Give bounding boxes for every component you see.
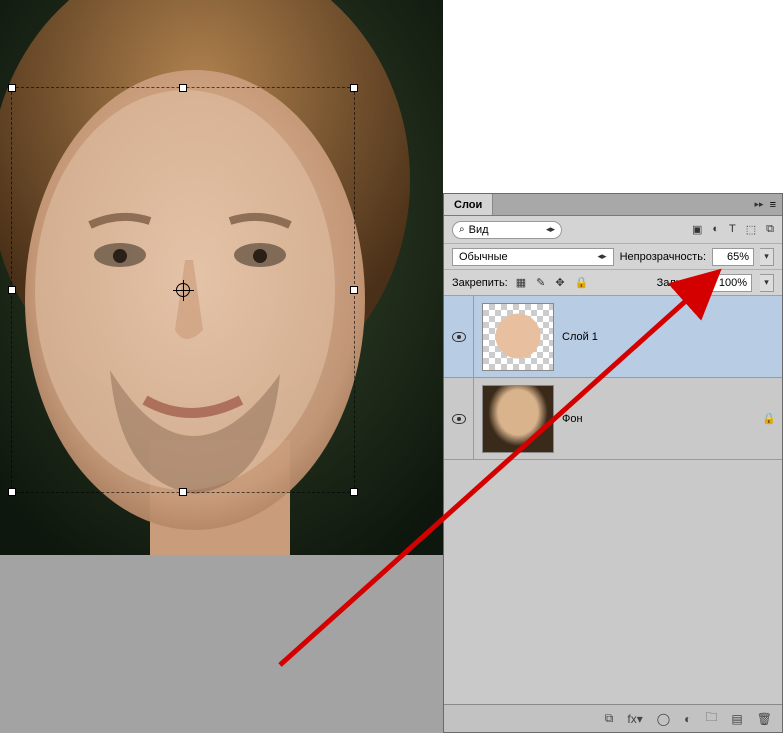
face-icon xyxy=(483,386,553,452)
layers-list: Слой 1 Фон 🔒 xyxy=(444,296,782,704)
transform-handle-bl[interactable] xyxy=(8,488,16,496)
filter-kind-label: Вид xyxy=(469,224,489,236)
layers-footer: ⧉ fx▾ ◯ ◐ 🗀 ▤ 🗑 xyxy=(444,704,782,732)
blend-opacity-row: Обычные ◂▸ Непрозрачность: 65% ▾ xyxy=(444,244,782,270)
layer-filter-row: ⌕ Вид ◂▸ ▣ ◐ T ⬚ ⧉ xyxy=(444,216,782,244)
lock-all-icon[interactable]: 🔒 xyxy=(575,276,589,289)
chevron-down-icon: ◂▸ xyxy=(598,251,607,262)
layer-thumbnail[interactable] xyxy=(482,385,554,453)
fill-label: Заливка: xyxy=(657,277,702,289)
transform-handle-bm[interactable] xyxy=(179,488,187,496)
tab-layers[interactable]: Слои xyxy=(444,194,493,215)
filter-type-icon[interactable]: T xyxy=(729,223,736,236)
layer-visibility-toggle[interactable] xyxy=(444,296,474,377)
filter-shape-icon[interactable]: ⬚ xyxy=(746,223,756,236)
blend-mode-value: Обычные xyxy=(459,251,508,263)
chevron-down-icon: ◂▸ xyxy=(546,224,555,235)
transform-handle-tm[interactable] xyxy=(179,84,187,92)
lock-move-icon[interactable]: ✥ xyxy=(555,276,564,289)
blend-mode-select[interactable]: Обычные ◂▸ xyxy=(452,248,614,266)
add-mask-icon[interactable]: ◯ xyxy=(657,712,670,726)
new-group-icon[interactable]: 🗀 xyxy=(705,708,717,729)
layer-name[interactable]: Фон xyxy=(562,413,756,425)
opacity-input[interactable]: 65% xyxy=(712,248,754,266)
transform-center-icon[interactable] xyxy=(176,283,190,297)
new-layer-icon[interactable]: ▤ xyxy=(731,712,742,726)
app-root: Слои ▸▸ ≡ ⌕ Вид ◂▸ ▣ ◐ T ⬚ ⧉ Обычные xyxy=(0,0,783,733)
eye-icon xyxy=(452,332,466,342)
layer-thumbnail[interactable] xyxy=(482,303,554,371)
eye-icon xyxy=(452,414,466,424)
layer-fx-icon[interactable]: fx▾ xyxy=(627,712,642,726)
collapse-icon[interactable]: ▸▸ xyxy=(755,199,764,210)
lock-brush-icon[interactable]: ✎ xyxy=(536,276,545,289)
canvas-area[interactable] xyxy=(0,0,443,733)
layer-name[interactable]: Слой 1 xyxy=(562,331,756,343)
free-transform-bounds[interactable] xyxy=(12,88,354,492)
layer-visibility-toggle[interactable] xyxy=(444,378,474,459)
layers-panel: Слои ▸▸ ≡ ⌕ Вид ◂▸ ▣ ◐ T ⬚ ⧉ Обычные xyxy=(443,193,783,733)
filter-kind-select[interactable]: ⌕ Вид ◂▸ xyxy=(452,221,562,239)
chevron-down-icon: ▾ xyxy=(764,251,769,262)
delete-layer-icon[interactable]: 🗑 xyxy=(757,712,772,726)
search-icon: ⌕ xyxy=(459,224,465,235)
panel-menu-icon[interactable]: ≡ xyxy=(770,199,776,211)
opacity-flyout-button[interactable]: ▾ xyxy=(760,248,774,266)
transform-handle-tl[interactable] xyxy=(8,84,16,92)
panel-tab-bar: Слои ▸▸ ≡ xyxy=(444,194,782,216)
face-icon xyxy=(493,310,543,368)
fill-input[interactable]: 100% xyxy=(710,274,752,292)
transform-handle-br[interactable] xyxy=(350,488,358,496)
opacity-label: Непрозрачность: xyxy=(620,251,706,263)
layer-row[interactable]: Слой 1 xyxy=(444,296,782,378)
filter-adjust-icon[interactable]: ◐ xyxy=(712,223,719,236)
transform-handle-mr[interactable] xyxy=(350,286,358,294)
chevron-down-icon: ▾ xyxy=(764,277,769,288)
lock-fill-row: Закрепить: ▦ ✎ ✥ 🔒 Заливка: 100% ▾ xyxy=(444,270,782,296)
layer-row[interactable]: Фон 🔒 xyxy=(444,378,782,460)
filter-icons: ▣ ◐ T ⬚ ⧉ xyxy=(692,223,774,236)
transform-handle-tr[interactable] xyxy=(350,84,358,92)
lock-label: Закрепить: xyxy=(452,277,508,289)
link-layers-icon[interactable]: ⧉ xyxy=(605,711,614,726)
adjust-layer-icon[interactable]: ◐ xyxy=(684,712,691,726)
transform-handle-ml[interactable] xyxy=(8,286,16,294)
filter-pixel-icon[interactable]: ▣ xyxy=(692,223,702,236)
fill-flyout-button[interactable]: ▾ xyxy=(760,274,774,292)
filter-smart-icon[interactable]: ⧉ xyxy=(766,223,774,236)
lock-icon: 🔒 xyxy=(756,412,782,425)
lock-transparency-icon[interactable]: ▦ xyxy=(516,276,526,289)
